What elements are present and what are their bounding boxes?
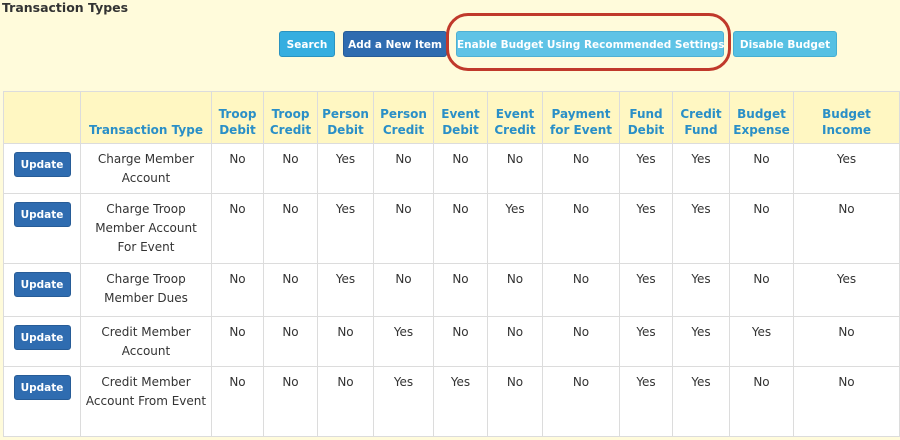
budget-expense-cell: No	[729, 193, 794, 264]
table-row: Update Charge Member Account No No Yes N…	[3, 143, 900, 194]
table-row: Update Credit Member Account From Event …	[3, 366, 900, 437]
row-action-cell: Update	[3, 366, 81, 437]
disable-budget-button[interactable]: Disable Budget	[733, 31, 837, 57]
event-debit-cell: No	[433, 143, 488, 194]
budget-income-cell: Yes	[793, 263, 900, 317]
troop-credit-cell: No	[263, 316, 318, 367]
column-header-fund-debit[interactable]: Fund Debit	[619, 91, 673, 144]
transaction-type-name: Credit Member Account From Event	[80, 366, 212, 437]
transaction-type-name: Credit Member Account	[80, 316, 212, 367]
budget-income-cell: No	[793, 316, 900, 367]
column-header-troop-credit[interactable]: Troop Credit	[263, 91, 318, 144]
person-credit-cell: Yes	[373, 366, 434, 437]
troop-debit-cell: No	[211, 193, 264, 264]
troop-debit-cell: No	[211, 316, 264, 367]
fund-debit-cell: Yes	[619, 316, 673, 367]
column-header-transaction-type[interactable]: Transaction Type	[80, 91, 212, 144]
budget-expense-cell: No	[729, 366, 794, 437]
event-credit-cell: No	[487, 316, 543, 367]
add-new-item-button[interactable]: Add a New Item	[343, 31, 447, 57]
table-row: Update Charge Troop Member Account For E…	[3, 193, 900, 264]
person-credit-cell: Yes	[373, 316, 434, 367]
column-header-credit-fund[interactable]: Credit Fund	[672, 91, 730, 144]
update-button[interactable]: Update	[13, 272, 71, 297]
person-credit-cell: No	[373, 143, 434, 194]
search-button[interactable]: Search	[279, 31, 335, 57]
row-action-cell: Update	[3, 316, 81, 367]
person-debit-cell: Yes	[317, 193, 374, 264]
fund-debit-cell: Yes	[619, 366, 673, 437]
budget-expense-cell: Yes	[729, 316, 794, 367]
budget-income-cell: No	[793, 366, 900, 437]
update-button[interactable]: Update	[13, 325, 71, 350]
troop-debit-cell: No	[211, 143, 264, 194]
person-debit-cell: Yes	[317, 143, 374, 194]
person-debit-cell: No	[317, 316, 374, 367]
column-header-payment-for-event[interactable]: Payment for Event	[542, 91, 620, 144]
row-action-cell: Update	[3, 263, 81, 317]
column-header-actions	[3, 91, 81, 144]
troop-debit-cell: No	[211, 366, 264, 437]
transaction-type-name: Charge Troop Member Dues	[80, 263, 212, 317]
row-action-cell: Update	[3, 143, 81, 194]
transaction-type-name: Charge Member Account	[80, 143, 212, 194]
troop-credit-cell: No	[263, 366, 318, 437]
transaction-type-name: Charge Troop Member Account For Event	[80, 193, 212, 264]
budget-income-cell: No	[793, 193, 900, 264]
person-debit-cell: No	[317, 366, 374, 437]
row-action-cell: Update	[3, 193, 81, 264]
credit-fund-cell: Yes	[672, 143, 730, 194]
credit-fund-cell: Yes	[672, 316, 730, 367]
payment-for-event-cell: No	[542, 366, 620, 437]
troop-credit-cell: No	[263, 193, 318, 264]
troop-credit-cell: No	[263, 263, 318, 317]
payment-for-event-cell: No	[542, 263, 620, 317]
page-title: Transaction Types	[2, 0, 129, 15]
budget-income-cell: Yes	[793, 143, 900, 194]
update-button[interactable]: Update	[13, 152, 71, 177]
person-credit-cell: No	[373, 263, 434, 317]
payment-for-event-cell: No	[542, 316, 620, 367]
fund-debit-cell: Yes	[619, 143, 673, 194]
credit-fund-cell: Yes	[672, 366, 730, 437]
troop-credit-cell: No	[263, 143, 318, 194]
event-debit-cell: No	[433, 316, 488, 367]
event-debit-cell: No	[433, 263, 488, 317]
event-credit-cell: No	[487, 143, 543, 194]
column-header-troop-debit[interactable]: Troop Debit	[211, 91, 264, 144]
fund-debit-cell: Yes	[619, 193, 673, 264]
fund-debit-cell: Yes	[619, 263, 673, 317]
column-header-person-debit[interactable]: Person Debit	[317, 91, 374, 144]
event-credit-cell: Yes	[487, 193, 543, 264]
payment-for-event-cell: No	[542, 193, 620, 264]
table-row: Update Credit Member Account No No No Ye…	[3, 316, 900, 367]
enable-budget-button[interactable]: Enable Budget Using Recommended Settings	[456, 31, 724, 57]
update-button[interactable]: Update	[13, 375, 71, 400]
table-row: Update Charge Troop Member Dues No No Ye…	[3, 263, 900, 317]
table-header-row: Transaction Type Troop Debit Troop Credi…	[3, 91, 900, 144]
payment-for-event-cell: No	[542, 143, 620, 194]
column-header-event-credit[interactable]: Event Credit	[487, 91, 543, 144]
event-debit-cell: No	[433, 193, 488, 264]
event-credit-cell: No	[487, 263, 543, 317]
event-debit-cell: Yes	[433, 366, 488, 437]
troop-debit-cell: No	[211, 263, 264, 317]
person-credit-cell: No	[373, 193, 434, 264]
budget-expense-cell: No	[729, 143, 794, 194]
update-button[interactable]: Update	[13, 202, 71, 227]
credit-fund-cell: Yes	[672, 193, 730, 264]
budget-expense-cell: No	[729, 263, 794, 317]
transaction-types-table: Transaction Type Troop Debit Troop Credi…	[3, 91, 900, 437]
column-header-person-credit[interactable]: Person Credit	[373, 91, 434, 144]
column-header-event-debit[interactable]: Event Debit	[433, 91, 488, 144]
event-credit-cell: No	[487, 366, 543, 437]
person-debit-cell: Yes	[317, 263, 374, 317]
credit-fund-cell: Yes	[672, 263, 730, 317]
column-header-budget-expense[interactable]: Budget Expense	[729, 91, 794, 144]
column-header-budget-income[interactable]: Budget Income	[793, 91, 900, 144]
